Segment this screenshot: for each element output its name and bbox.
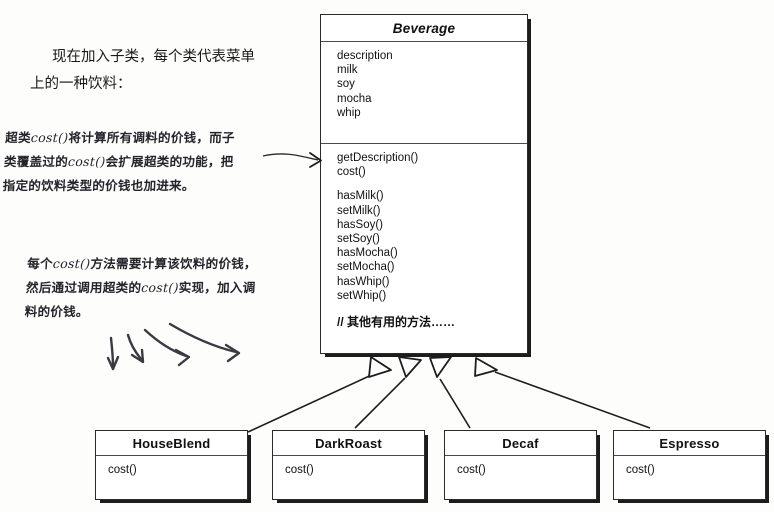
class-attributes-beverage: description milk soy mocha whip bbox=[321, 42, 527, 144]
intro-caption: 现在加入子类，每个类代表菜单 上的一种饮料： bbox=[30, 44, 300, 98]
note2-l2-code: cost() bbox=[140, 280, 180, 295]
annotation-each-cost-line-1: 每个cost()方法需要计算该饮料的价钱， bbox=[27, 252, 290, 276]
intro-caption-line-2: 上的一种饮料： bbox=[30, 76, 132, 92]
method-row: hasMilk() bbox=[337, 190, 384, 203]
method-row-cost: cost() bbox=[108, 464, 137, 476]
method-row: setSoy() bbox=[337, 233, 380, 246]
note2-l2-b: 实现，加入调 bbox=[178, 280, 256, 295]
inheritance-arrowhead-espresso bbox=[474, 357, 498, 377]
sketch-arrow-2 bbox=[126, 333, 145, 364]
annotation-superclass-cost-line-3: 指定的饮料类型的价钱也加进来。 bbox=[2, 178, 196, 193]
attribute-row: whip bbox=[337, 106, 361, 119]
inheritance-line-darkroast bbox=[354, 356, 422, 429]
inheritance-arrowhead-decaf bbox=[429, 356, 452, 378]
inheritance-arrowhead-houseblend bbox=[368, 356, 392, 378]
method-row: setMocha() bbox=[337, 261, 395, 274]
note1-l1-a: 超类 bbox=[4, 130, 32, 145]
class-box-houseblend[interactable]: HouseBlend cost() bbox=[95, 430, 248, 500]
attribute-row: milk bbox=[337, 64, 358, 77]
class-methods-decaf: cost() bbox=[445, 456, 596, 484]
annotation-each-cost-line-3: 料的价钱。 bbox=[24, 304, 90, 319]
attribute-row: description bbox=[337, 50, 393, 62]
note2-l1-a: 每个 bbox=[26, 256, 54, 271]
class-box-espresso[interactable]: Espresso cost() bbox=[613, 430, 766, 500]
class-box-decaf[interactable]: Decaf cost() bbox=[444, 430, 597, 500]
class-methods-espresso: cost() bbox=[614, 456, 765, 484]
note1-l2-a: 类覆盖过的 bbox=[3, 154, 69, 169]
class-methods-houseblend: cost() bbox=[96, 456, 247, 484]
inheritance-line-decaf bbox=[429, 356, 471, 429]
sketch-arrow-4 bbox=[168, 322, 241, 363]
annotation-each-cost-line-2: 然后通过调用超类的cost()实现，加入调 bbox=[25, 276, 288, 300]
annotation-superclass-cost-line-2: 类覆盖过的cost()会扩展超类的功能，把 bbox=[3, 150, 266, 174]
note2-l2-a: 然后通过调用超类的 bbox=[25, 280, 142, 295]
attribute-row: mocha bbox=[337, 92, 372, 105]
inheritance-arrowhead-darkroast bbox=[398, 356, 422, 378]
method-row: setMilk() bbox=[337, 204, 381, 217]
note2-l1-code: cost() bbox=[52, 256, 91, 271]
class-comment-beverage: // 其他有用的方法…… bbox=[337, 315, 456, 330]
inheritance-line-houseblend bbox=[247, 356, 392, 433]
note2-l1-b: 方法需要计算该饮料的价钱， bbox=[90, 256, 258, 271]
class-name-beverage: Beverage bbox=[321, 15, 527, 42]
class-box-beverage[interactable]: Beverage description milk soy mocha whip… bbox=[320, 14, 528, 354]
comment-spacer bbox=[337, 303, 527, 313]
method-row-cost: cost() bbox=[337, 166, 366, 179]
class-methods-beverage: getDescription() cost() hasMilk() setMil… bbox=[321, 144, 527, 336]
note1-l1-code: cost() bbox=[30, 130, 69, 145]
sketch-arrow-1 bbox=[106, 336, 120, 371]
note1-l2-b: 会扩展超类的功能，把 bbox=[105, 154, 234, 169]
attribute-row: soy bbox=[337, 78, 355, 91]
class-name-decaf: Decaf bbox=[445, 431, 596, 456]
sketch-arrow-3 bbox=[143, 328, 191, 367]
uml-diagram-page: 现在加入子类，每个类代表菜单 上的一种饮料： 超类cost()将计算所有调料的价… bbox=[0, 0, 774, 512]
method-row: hasWhip() bbox=[337, 275, 390, 288]
method-row-getdescription: getDescription() bbox=[337, 152, 419, 164]
class-name-darkroast: DarkRoast bbox=[273, 431, 424, 456]
annotation-superclass-cost-line-1: 超类cost()将计算所有调料的价钱，而子 bbox=[5, 126, 268, 150]
class-name-espresso: Espresso bbox=[614, 431, 765, 456]
method-row: hasMocha() bbox=[337, 247, 398, 260]
method-row-cost: cost() bbox=[285, 464, 314, 476]
note1-l2-code: cost() bbox=[67, 154, 106, 169]
annotation-each-cost: 每个cost()方法需要计算该饮料的价钱， 然后通过调用超类的cost()实现，… bbox=[24, 252, 290, 324]
method-row-cost: cost() bbox=[457, 464, 486, 476]
class-name-houseblend: HouseBlend bbox=[96, 431, 247, 456]
class-box-darkroast[interactable]: DarkRoast cost() bbox=[272, 430, 425, 500]
annotation-superclass-cost: 超类cost()将计算所有调料的价钱，而子 类覆盖过的cost()会扩展超类的功… bbox=[2, 126, 268, 198]
class-methods-darkroast: cost() bbox=[273, 456, 424, 484]
method-row-cost: cost() bbox=[626, 464, 655, 476]
intro-caption-line-1: 现在加入子类，每个类代表菜单 bbox=[52, 49, 255, 65]
method-row: hasSoy() bbox=[337, 218, 384, 231]
inheritance-line-espresso bbox=[474, 357, 651, 429]
note1-l1-b: 将计算所有调料的价钱，而子 bbox=[68, 130, 236, 145]
pointer-arrow-to-cost bbox=[262, 152, 322, 168]
method-row: setWhip() bbox=[337, 289, 387, 302]
methods-spacer bbox=[337, 179, 527, 189]
